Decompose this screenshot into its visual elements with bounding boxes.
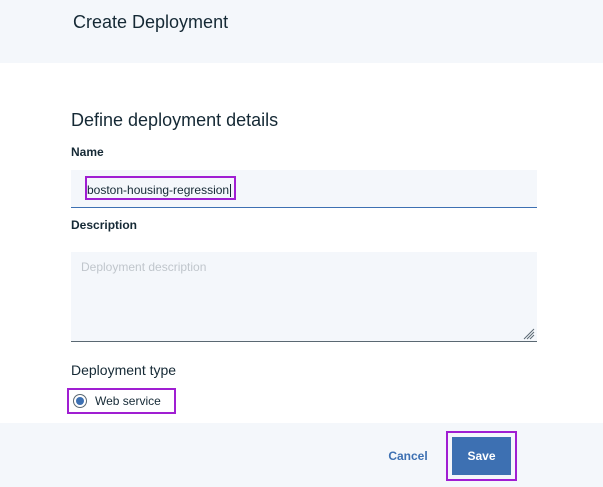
description-label: Description xyxy=(71,218,138,232)
radio-selected-icon[interactable] xyxy=(73,394,87,408)
cancel-button[interactable]: Cancel xyxy=(378,445,438,467)
modal-header: Create Deployment xyxy=(0,0,603,63)
save-button[interactable]: Save xyxy=(452,437,511,475)
radio-web-service[interactable]: Web service xyxy=(67,388,176,414)
name-input-value: boston-housing-regression xyxy=(87,183,230,197)
create-deployment-modal: Create Deployment Define deployment deta… xyxy=(0,0,603,487)
text-cursor xyxy=(230,184,232,198)
name-input[interactable]: boston-housing-regression xyxy=(85,176,237,200)
description-textarea[interactable] xyxy=(71,252,537,342)
modal-title: Create Deployment xyxy=(73,12,229,32)
resize-handle-icon[interactable] xyxy=(522,327,535,340)
radio-dot xyxy=(76,397,84,405)
name-field[interactable]: boston-housing-regression xyxy=(71,170,537,208)
radio-web-service-label: Web service xyxy=(95,394,161,408)
deployment-type-label: Deployment type xyxy=(71,362,177,378)
section-heading: Define deployment details xyxy=(71,110,279,130)
name-label: Name xyxy=(71,145,104,159)
